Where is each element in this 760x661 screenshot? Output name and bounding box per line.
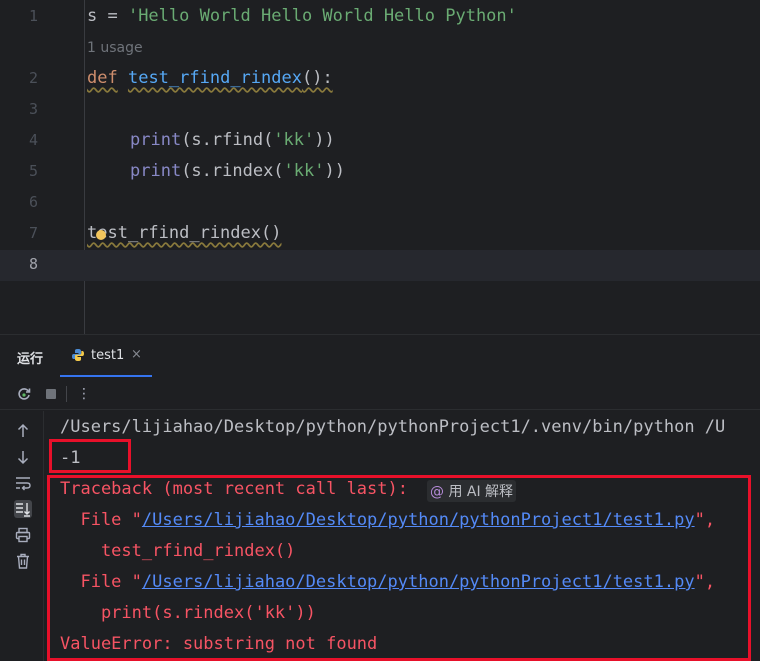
code-line-8[interactable]: 8 — [0, 250, 760, 281]
code-text: s = — [87, 6, 128, 26]
panel-title: 运行 — [17, 352, 44, 367]
tab-label: test1 — [91, 348, 125, 363]
function-name: test_rfind_rindex — [127, 68, 302, 88]
code-line-6[interactable]: 6 — [0, 188, 760, 219]
python-icon — [72, 349, 84, 361]
code-line-4[interactable]: 4 print(s.rfind('kk')) — [0, 126, 760, 157]
string-literal: 'kk' — [283, 161, 325, 181]
toolbar-separator — [66, 386, 67, 402]
line-number: 8 — [28, 255, 38, 273]
line-number: 3 — [28, 100, 38, 118]
scroll-to-end-icon[interactable] — [14, 500, 32, 518]
code-text: (s.rindex( — [181, 161, 284, 181]
print-icon[interactable] — [14, 526, 32, 544]
command-line: /Users/lijiahao/Desktop/python/pythonPro… — [60, 417, 726, 437]
line-number: 4 — [28, 131, 38, 149]
close-icon[interactable]: × — [131, 347, 142, 362]
code-editor[interactable]: 1 s = 'Hello World Hello World Hello Pyt… — [0, 0, 760, 334]
line-number: 6 — [28, 193, 38, 211]
code-text: )) — [314, 130, 335, 150]
builtin-print: print — [130, 130, 182, 150]
code-line-5[interactable]: 5 print(s.rindex('kk')) — [0, 157, 760, 188]
code-text: (s.rfind( — [181, 130, 274, 150]
down-arrow-icon[interactable] — [14, 448, 32, 466]
run-toolbar: ⋮ — [0, 378, 760, 410]
builtin-print: print — [130, 161, 182, 181]
keyword-def: def — [87, 68, 118, 88]
highlight-box-output — [49, 439, 131, 473]
usage-hint[interactable]: 1 usage — [87, 40, 143, 56]
code-line-2[interactable]: 2 def test_rfind_rindex(): — [0, 64, 760, 95]
code-line-7[interactable]: 7 test_rfind_rindex() — [0, 219, 760, 250]
code-line-3[interactable]: 3 — [0, 95, 760, 126]
more-options-icon[interactable]: ⋮ — [76, 386, 92, 402]
code-line-1[interactable]: 1 s = 'Hello World Hello World Hello Pyt… — [0, 2, 760, 33]
console-side-toolbar — [0, 411, 44, 661]
string-literal: 'kk' — [273, 130, 315, 150]
line-number: 2 — [28, 69, 38, 87]
lightbulb-icon[interactable] — [96, 230, 106, 240]
function-call: test_rfind_rindex() — [87, 223, 282, 243]
trash-icon[interactable] — [14, 552, 32, 570]
tab-test1[interactable]: test1 × — [60, 335, 152, 377]
highlight-box-traceback — [47, 475, 751, 661]
code-text: )) — [324, 161, 345, 181]
line-number: 5 — [28, 162, 38, 180]
soft-wrap-icon[interactable] — [14, 474, 32, 492]
line-number: 1 — [28, 7, 38, 25]
stop-icon[interactable] — [43, 386, 59, 402]
string-literal: 'Hello World Hello World Hello Python' — [127, 6, 517, 26]
up-arrow-icon[interactable] — [14, 422, 32, 440]
line-number: 7 — [28, 224, 38, 242]
code-text: (): — [301, 68, 333, 88]
rerun-icon[interactable] — [16, 386, 32, 402]
